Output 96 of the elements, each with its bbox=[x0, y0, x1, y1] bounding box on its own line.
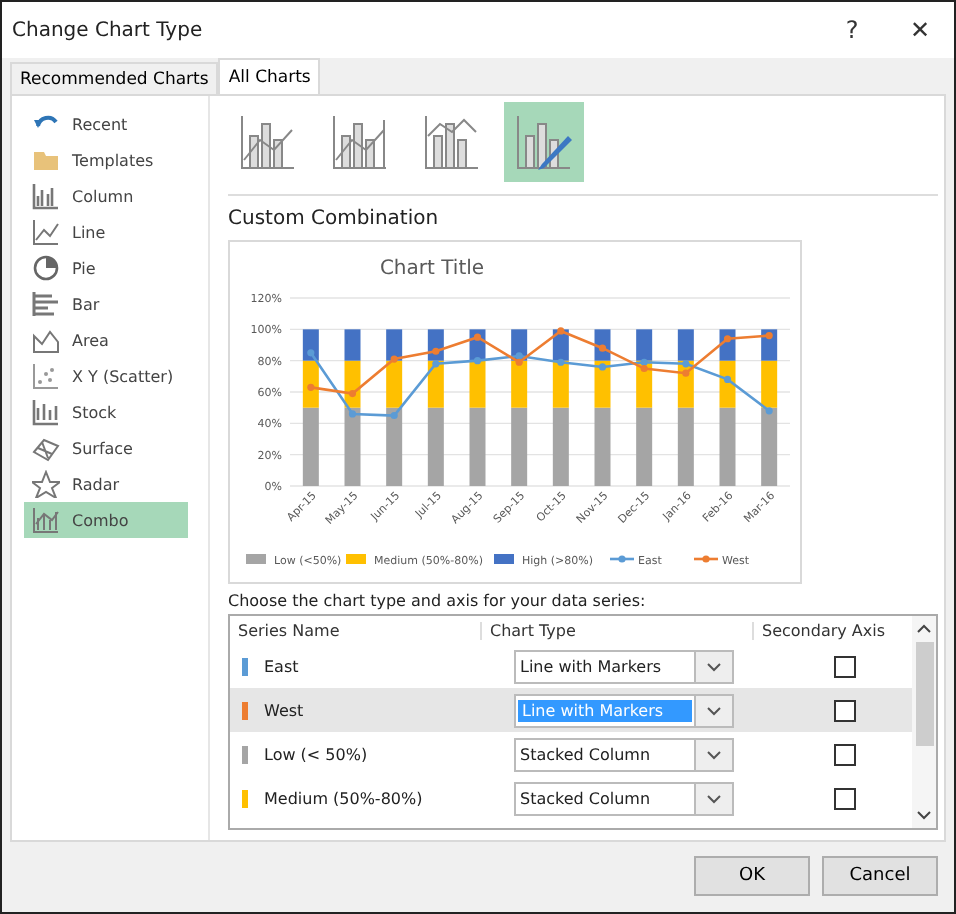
stock-chart-icon bbox=[32, 398, 60, 426]
point bbox=[432, 360, 440, 368]
dropdown-value: Stacked Column bbox=[518, 743, 653, 765]
point bbox=[473, 357, 482, 365]
point bbox=[765, 407, 773, 415]
chart-type-item[interactable]: Recent bbox=[24, 106, 188, 142]
area-chart-icon bbox=[32, 326, 60, 354]
chart-type-item[interactable]: Surface bbox=[24, 430, 188, 466]
combo-chart-icon bbox=[32, 506, 60, 534]
chevron-down-icon bbox=[706, 749, 722, 759]
point bbox=[515, 358, 523, 366]
combo-chart-icon bbox=[330, 112, 390, 172]
folder-icon bbox=[32, 146, 60, 174]
point bbox=[307, 349, 315, 357]
surface-chart-icon bbox=[32, 434, 60, 462]
checkbox[interactable] bbox=[834, 787, 856, 809]
radar-chart-icon bbox=[32, 470, 60, 498]
instruction-text: Choose the chart type and axis for your data series: bbox=[228, 592, 648, 610]
chart-type-dropdown[interactable]: Line with Markers bbox=[514, 649, 734, 683]
series-name: Low (< 50%) bbox=[264, 745, 370, 763]
point bbox=[557, 358, 565, 366]
bar-chart-icon bbox=[32, 290, 60, 318]
point bbox=[640, 364, 648, 373]
chart-type-item[interactable]: Area bbox=[24, 322, 188, 358]
chevron-down-icon bbox=[706, 661, 722, 671]
combo-chart-icon bbox=[422, 112, 482, 172]
chart-type-dropdown[interactable]: Stacked Column bbox=[514, 781, 734, 815]
point bbox=[723, 375, 732, 384]
point bbox=[432, 347, 440, 355]
dropdown-value: Line with Markers bbox=[518, 699, 692, 721]
chart-type-item[interactable]: Radar bbox=[24, 466, 188, 502]
chevron-down-icon bbox=[706, 705, 722, 715]
point bbox=[723, 335, 732, 343]
point bbox=[390, 411, 398, 420]
column-header: Chart Type bbox=[482, 621, 754, 639]
scroll-up-icon[interactable] bbox=[916, 622, 932, 634]
scatter-chart-icon bbox=[32, 362, 60, 390]
point bbox=[348, 389, 357, 398]
chart-type-item[interactable]: Templates bbox=[24, 142, 188, 178]
chevron-down-icon bbox=[706, 793, 722, 803]
chart-type-item[interactable]: Column bbox=[24, 178, 188, 214]
point bbox=[640, 358, 648, 366]
point bbox=[307, 383, 315, 391]
series-name: East bbox=[264, 657, 301, 675]
chart-type-item[interactable]: Combo bbox=[24, 502, 188, 538]
legend-swatch bbox=[246, 554, 266, 564]
point bbox=[348, 410, 357, 418]
checkbox[interactable] bbox=[834, 655, 856, 677]
scroll-down-icon[interactable] bbox=[916, 810, 932, 822]
legend-swatch bbox=[494, 554, 514, 564]
legend-marker bbox=[610, 555, 634, 563]
combo-chart-icon bbox=[238, 112, 298, 172]
close-button[interactable]: ✕ bbox=[886, 14, 954, 46]
column-pencil-icon bbox=[514, 112, 574, 172]
subtype-button[interactable] bbox=[504, 102, 584, 182]
tab[interactable]: Recommended Charts bbox=[10, 62, 219, 94]
point bbox=[682, 369, 690, 377]
series-row[interactable]: Medium (50%-80%) Stacked Column bbox=[230, 776, 912, 820]
chart-type-item[interactable]: Pie bbox=[24, 250, 188, 286]
chart-type-item[interactable]: X Y (Scatter) bbox=[24, 358, 188, 394]
window-title: Change Chart Type bbox=[12, 19, 205, 41]
chart-type-item[interactable]: Line bbox=[24, 214, 188, 250]
dropdown-value: Line with Markers bbox=[518, 655, 664, 677]
series-row[interactable]: East Line with Markers bbox=[230, 644, 912, 688]
line-chart-icon bbox=[32, 218, 60, 246]
legend-marker bbox=[694, 555, 718, 563]
chart-type-item[interactable]: Bar bbox=[24, 286, 188, 322]
section-title: Custom Combination bbox=[228, 208, 441, 234]
chart-type-item[interactable]: Stock bbox=[24, 394, 188, 430]
point bbox=[473, 333, 482, 341]
dropdown-value: Stacked Column bbox=[518, 787, 653, 809]
point bbox=[598, 363, 607, 371]
point bbox=[557, 327, 565, 335]
point bbox=[390, 355, 398, 363]
series-name: Medium (50%-80%) bbox=[264, 789, 425, 807]
ok-button[interactable]: OK bbox=[694, 856, 810, 896]
series-row[interactable]: West Line with Markers bbox=[230, 688, 912, 732]
checkbox[interactable] bbox=[834, 743, 856, 765]
chart-title: Chart Title bbox=[379, 258, 485, 280]
scrollbar[interactable] bbox=[912, 616, 936, 828]
point bbox=[682, 360, 690, 368]
column-header: Secondary Axis bbox=[760, 621, 888, 639]
scroll-thumb[interactable] bbox=[915, 642, 933, 746]
series-row[interactable]: Low (< 50%) Stacked Column bbox=[230, 732, 912, 776]
series-name: West bbox=[264, 701, 306, 719]
chart-type-dropdown[interactable]: Stacked Column bbox=[514, 737, 734, 771]
column-chart-icon bbox=[32, 182, 60, 210]
column-header: Series Name bbox=[230, 621, 482, 639]
point bbox=[515, 352, 523, 360]
point bbox=[765, 332, 773, 340]
help-button[interactable]: ? bbox=[818, 14, 886, 46]
cancel-button[interactable]: Cancel bbox=[822, 856, 938, 896]
legend-swatch bbox=[346, 554, 366, 564]
checkbox[interactable] bbox=[834, 699, 856, 721]
pie-icon bbox=[32, 254, 60, 282]
tab[interactable]: All Charts bbox=[218, 58, 321, 94]
